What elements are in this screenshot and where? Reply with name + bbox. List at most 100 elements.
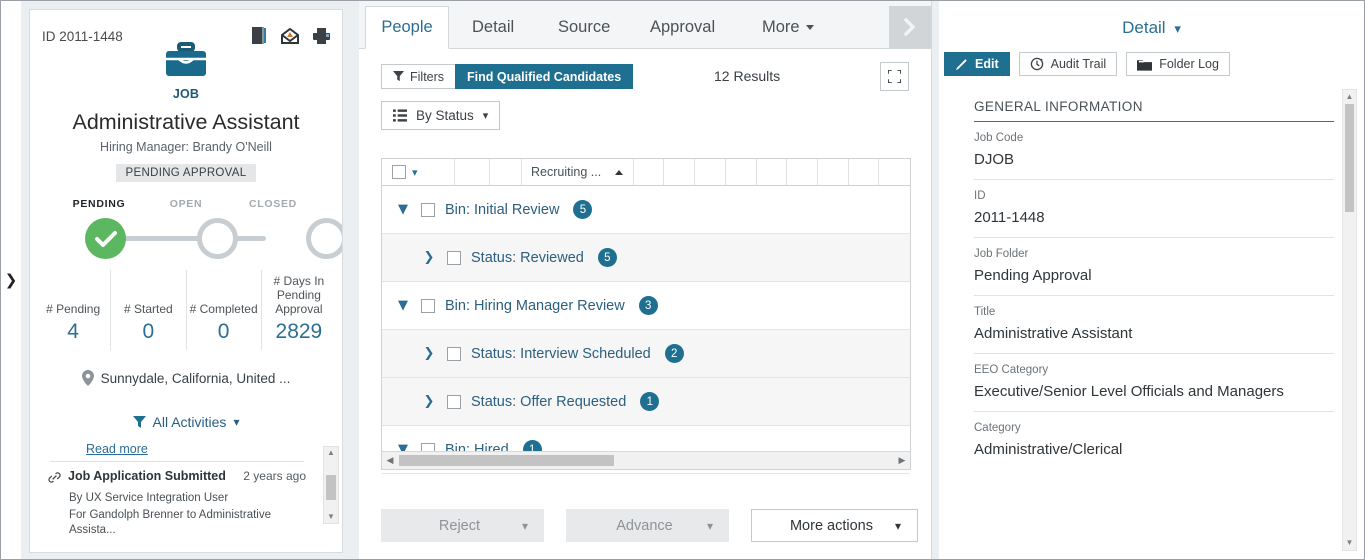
table-row[interactable]: ❯ Status: Interview Scheduled 2 [382,330,910,378]
center-toolbar: Filters Find Qualified Candidates 12 Res… [359,49,931,135]
grid-select-all-cell[interactable]: ▾ [382,159,455,185]
envelope-open-icon[interactable] [281,28,299,44]
select-all-checkbox[interactable] [392,165,406,179]
scrollbar-thumb[interactable] [326,475,336,500]
scroll-down-icon[interactable]: ▼ [327,513,335,521]
results-count: 12 Results [714,68,780,84]
table-row[interactable]: ▼ Bin: Initial Review 5 [382,186,910,234]
scroll-up-icon[interactable]: ▲ [327,449,335,457]
feed-divider [50,461,304,462]
audit-trail-button[interactable]: Audit Trail [1019,52,1118,76]
step-node-open[interactable] [197,218,238,259]
group-by-label: By Status [416,108,474,123]
table-row[interactable]: ❯ Status: Offer Requested 1 [382,378,910,426]
activity-time: 2 years ago [243,469,306,483]
folder-icon [1137,58,1152,71]
chevron-down-icon[interactable]: ▼ [395,202,411,217]
grid-col-blank-8 [787,159,818,185]
tab-bar: People Detail Source Approval More [359,1,931,49]
chevron-right-icon [902,17,918,37]
activities-filter[interactable]: All Activities ▾ [30,414,342,430]
filters-button[interactable]: Filters [381,64,456,89]
tab-approval[interactable]: Approval [633,7,732,48]
tab-people[interactable]: People [365,6,449,49]
step-node-closed[interactable] [306,218,343,259]
chevron-down-icon: ▾ [233,415,239,429]
row-checkbox[interactable] [447,395,461,409]
tab-more[interactable]: More [745,7,831,48]
find-qualified-candidates-button[interactable]: Find Qualified Candidates [455,64,633,89]
detail-fields-scroll-area: GENERAL INFORMATION Job Code DJOB ID 201… [939,89,1364,559]
scrollbar-thumb[interactable] [1345,104,1354,212]
field-eeo-category: EEO Category Executive/Senior Level Offi… [974,354,1334,412]
field-id: ID 2011-1448 [974,180,1334,238]
metric-label: # Completed [189,302,259,316]
row-count-badge: 5 [598,248,617,267]
printer-icon[interactable] [313,28,330,44]
more-actions-button[interactable]: More actions ▾ [751,509,918,542]
field-job-folder: Job Folder Pending Approval [974,238,1334,296]
chevron-right-icon[interactable]: ❯ [421,394,437,409]
history-icon [1030,57,1044,71]
row-checkbox[interactable] [447,347,461,361]
group-by-button[interactable]: By Status ▾ [381,101,500,130]
grid-col-recruiting[interactable]: Recruiting ... [522,159,634,185]
grid-col-blank-7 [757,159,788,185]
pencil-icon [955,58,968,71]
audit-trail-label: Audit Trail [1051,57,1107,71]
grid-col-blank-9 [818,159,849,185]
row-count-badge: 1 [640,392,659,411]
fullscreen-button[interactable] [880,62,909,91]
edit-button[interactable]: Edit [944,52,1010,76]
detail-panel-title[interactable]: Detail ▾ [939,1,1364,38]
scroll-up-icon[interactable]: ▲ [1343,92,1356,102]
reject-button[interactable]: Reject ▾ [381,509,544,542]
chevron-down-icon[interactable]: ▾ [412,166,418,179]
row-label: Status: Interview Scheduled [471,346,651,362]
scroll-down-icon[interactable]: ▼ [1343,538,1356,548]
chevron-right-icon[interactable]: ❯ [421,250,437,265]
step-node-pending[interactable] [85,218,126,259]
read-more-link[interactable]: Read more [86,442,148,456]
folder-log-button[interactable]: Folder Log [1126,52,1230,76]
chevron-right-icon[interactable]: ❯ [421,346,437,361]
grid-footer-actions: Reject ▾ Advance ▾ More actions ▾ [381,509,918,542]
scroll-right-icon[interactable]: ▶ [894,455,910,466]
field-label: Title [974,306,1334,318]
left-rail-expander[interactable]: ❯ [1,1,21,559]
step-label-pending: PENDING [64,198,134,210]
row-checkbox[interactable] [447,251,461,265]
chevron-down-icon[interactable]: ▼ [395,298,411,313]
tab-scroll-next-button[interactable] [889,6,931,48]
grid-horizontal-scrollbar[interactable]: ◀ ▶ [382,451,910,469]
field-label: EEO Category [974,364,1334,376]
job-title: Administrative Assistant [30,110,342,135]
row-count-badge: 2 [665,344,684,363]
row-label: Bin: Hiring Manager Review [445,298,625,314]
field-label: ID [974,190,1334,202]
tab-label: Source [558,18,610,37]
table-row[interactable]: ▼ Bin: Hiring Manager Review 3 [382,282,910,330]
row-checkbox[interactable] [421,203,435,217]
activity-scrollbar[interactable]: ▲ ▼ [323,446,339,524]
tab-label: Detail [472,18,514,37]
detail-panel-actions: Edit Audit Trail Folder Log [939,38,1364,76]
map-pin-icon [82,370,94,386]
job-metrics: # Pending 4 # Started 0 # Completed 0 # … [30,270,342,350]
grid-col-blank-10 [849,159,880,185]
job-location: Sunnydale, California, United ... [30,370,342,386]
field-title: Title Administrative Assistant [974,296,1334,354]
tab-detail[interactable]: Detail [455,7,531,48]
job-location-text: Sunnydale, California, United ... [101,371,291,386]
scroll-left-icon[interactable]: ◀ [382,455,398,466]
activity-item[interactable]: Job Application Submitted 2 years ago [48,469,306,489]
row-checkbox[interactable] [421,299,435,313]
table-row[interactable]: ❯ Status: Reviewed 5 [382,234,910,282]
field-value: DJOB [974,149,1334,170]
detail-panel-scrollbar[interactable]: ▲ ▼ [1342,89,1357,551]
scrollbar-thumb[interactable] [399,455,614,466]
tab-source[interactable]: Source [541,7,627,48]
field-value: Executive/Senior Level Officials and Man… [974,381,1334,402]
book-icon[interactable] [252,27,267,44]
advance-button[interactable]: Advance ▾ [566,509,729,542]
